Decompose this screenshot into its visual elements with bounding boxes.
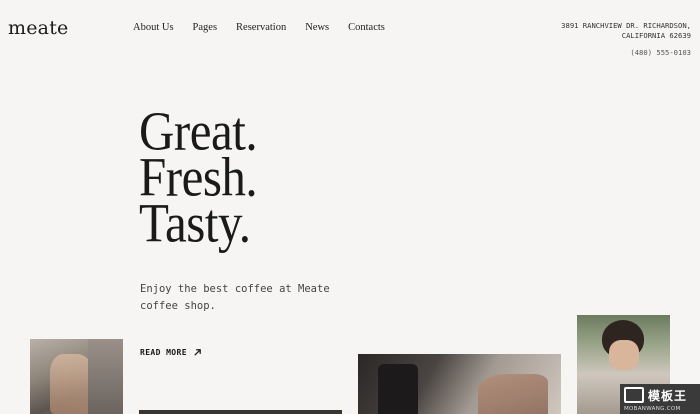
address: 3891 RANCHVIEW DR. RICHARDSON, CALIFORNI… <box>561 21 691 41</box>
main-nav: About Us Pages Reservation News Contacts <box>133 22 385 33</box>
phone-number[interactable]: (480) 555-0103 <box>630 48 691 57</box>
arrow-up-right-icon <box>194 349 201 356</box>
espresso-machine-photo <box>358 354 561 414</box>
watermark-logo-icon <box>624 387 644 403</box>
barista-photo-left <box>30 339 123 414</box>
address-line-1: 3891 RANCHVIEW DR. RICHARDSON, <box>561 21 691 30</box>
nav-item-contacts[interactable]: Contacts <box>348 22 385 33</box>
hero-headline: Great. Fresh. Tasty. <box>139 104 258 251</box>
watermark-title: 模板王 <box>648 389 688 403</box>
nav-item-pages[interactable]: Pages <box>193 22 218 33</box>
read-more-label: READ MORE <box>140 348 187 357</box>
watermark-domain: MOBANWANG.COM <box>624 406 681 412</box>
watermark-badge: 模板王 MOBANWANG.COM <box>620 384 700 414</box>
nav-item-about-us[interactable]: About Us <box>133 22 174 33</box>
nav-item-news[interactable]: News <box>305 22 329 33</box>
logo[interactable]: meate <box>8 17 68 39</box>
coffee-photo-bottom <box>139 410 342 414</box>
address-line-2: CALIFORNIA 62639 <box>621 31 691 40</box>
hero-tagline: Enjoy the best coffee at Meate coffee sh… <box>140 283 330 312</box>
read-more-link[interactable]: READ MORE <box>140 348 202 357</box>
headline-line-3: Tasty. <box>139 192 251 254</box>
nav-item-reservation[interactable]: Reservation <box>236 22 286 33</box>
